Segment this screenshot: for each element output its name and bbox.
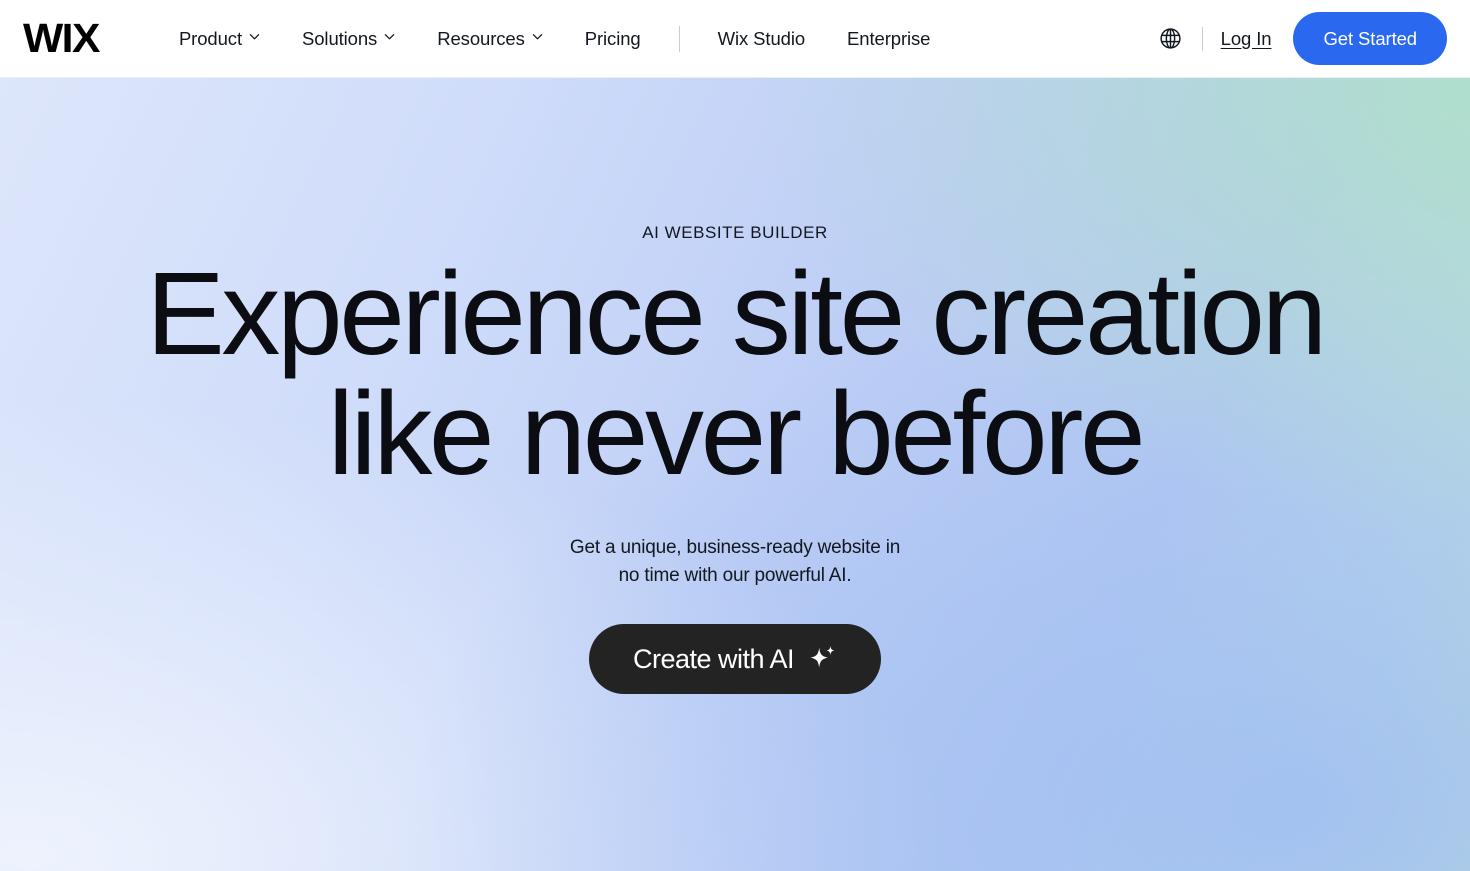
hero-section: AI WEBSITE BUILDER Experience site creat… [0, 78, 1470, 871]
nav-item-resources[interactable]: Resources [416, 20, 564, 58]
nav-item-label: Pricing [584, 27, 641, 49]
page-title: Experience site creation like never befo… [115, 255, 1355, 493]
nav-item-wix-studio[interactable]: Wix Studio [697, 20, 826, 58]
hero-subtitle-line-2: no time with our powerful AI. [618, 565, 852, 586]
nav-item-label: Resources [437, 27, 525, 49]
nav-item-pricing[interactable]: Pricing [564, 20, 662, 58]
nav-item-label: Solutions [302, 27, 378, 49]
create-with-ai-button[interactable]: Create with AI [588, 624, 882, 694]
chevron-down-icon [249, 31, 260, 42]
wix-logo[interactable]: WIX [23, 18, 100, 59]
nav-item-enterprise[interactable]: Enterprise [826, 20, 951, 58]
nav-item-product[interactable]: Product [158, 20, 281, 58]
hero-subtitle-line-1: Get a unique, business-ready website in [569, 537, 901, 558]
hero-eyebrow: AI WEBSITE BUILDER [642, 223, 828, 242]
site-header: WIX Product Solutions Resources Pricing … [0, 0, 1470, 78]
hero-title-line-2: like never before [327, 368, 1146, 500]
header-separator [1201, 26, 1203, 51]
chevron-down-icon [532, 31, 543, 42]
hero-title-line-1: Experience site creation [146, 248, 1327, 380]
create-with-ai-label: Create with AI [632, 643, 795, 674]
header-actions: Log In Get Started [1154, 12, 1447, 65]
sparkle-icon [807, 643, 837, 673]
primary-navigation: Product Solutions Resources Pricing Wix … [158, 20, 951, 58]
nav-item-solutions[interactable]: Solutions [281, 20, 416, 58]
get-started-button[interactable]: Get Started [1293, 12, 1447, 65]
chevron-down-icon [384, 31, 395, 42]
hero-cta-wrapper: Create with AI [0, 624, 1470, 694]
nav-item-label: Product [178, 27, 242, 49]
login-link[interactable]: Log In [1217, 22, 1276, 56]
page-root: WIX Product Solutions Resources Pricing … [0, 0, 1470, 871]
nav-item-label: Enterprise [847, 27, 931, 49]
globe-icon[interactable] [1154, 22, 1188, 56]
hero-subtitle: Get a unique, business-ready website in … [0, 534, 1470, 590]
nav-item-label: Wix Studio [717, 27, 806, 49]
nav-separator [678, 25, 680, 52]
hero-content: AI WEBSITE BUILDER Experience site creat… [0, 78, 1470, 694]
